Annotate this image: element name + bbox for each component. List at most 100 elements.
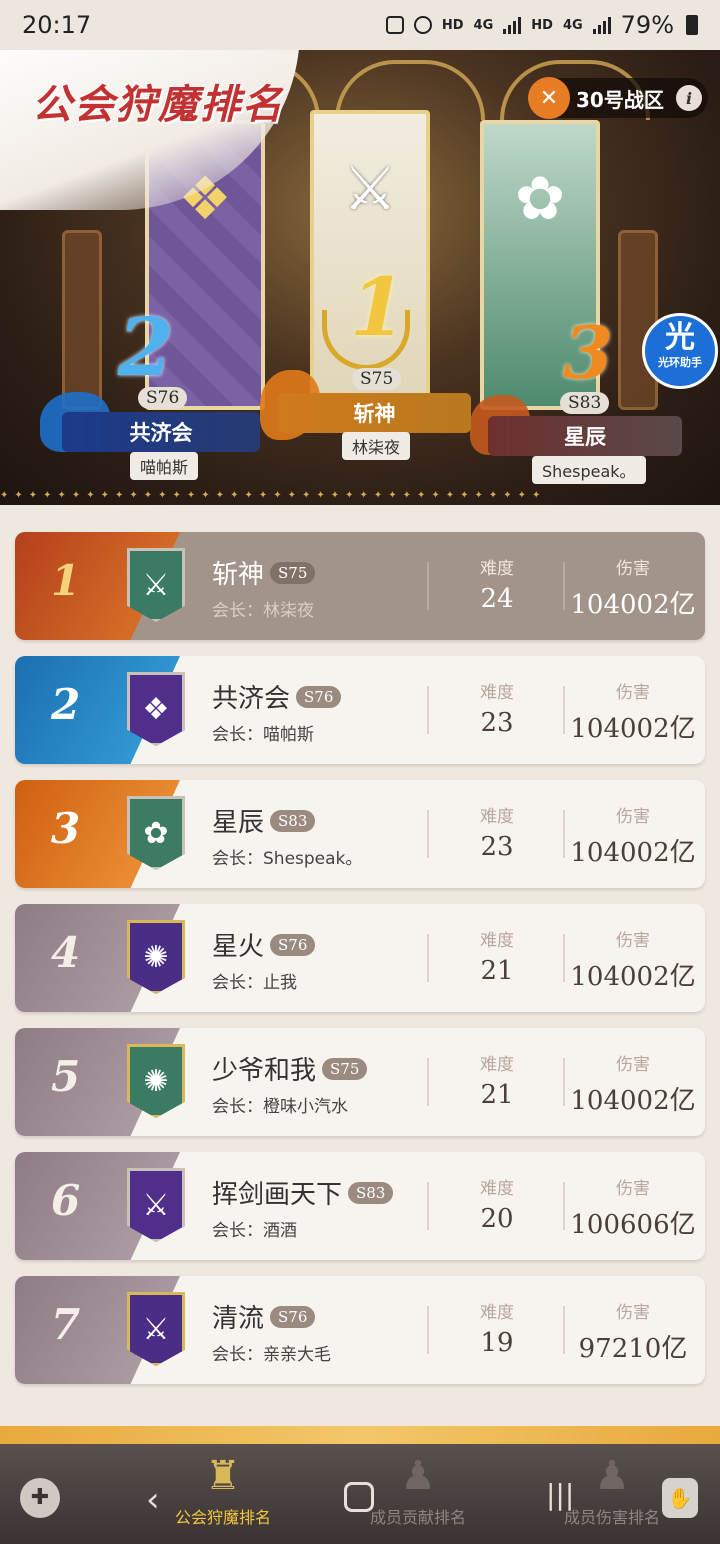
damage-label: 伤害 [616,807,650,827]
difficulty-label: 难度 [480,931,514,951]
system-recents-icon[interactable]: ||| [546,1478,574,1511]
damage-value: 104002亿 [570,838,696,868]
difficulty-label: 难度 [480,683,514,703]
zone-label: 30号战区 [576,87,664,112]
hd-indicator-2: HD [531,17,553,33]
difficulty-label: 难度 [480,1303,514,1323]
rank-number: 5 [51,1052,81,1101]
difficulty-label: 难度 [480,1179,514,1199]
nav-top-band [0,1426,720,1444]
signal-icon-2 [592,16,611,34]
podium-rank-2: 2 [118,300,174,394]
season-badge: S76 [270,1305,316,1328]
guild-name: 星火 S76 [212,926,316,963]
page-title: 公会狩魔排名 [32,81,284,128]
battery-percent: 79% [620,11,674,39]
decor-dot-line: ✦✦✦✦✦✦✦✦✦✦✦✦✦✦✦✦✦✦✦✦✦✦✦✦✦✦✦✦✦✦✦✦✦✦✦✦✦✦ [0,490,547,501]
damage-value: 104002亿 [570,962,696,992]
table-row[interactable]: 3 ✿ 星辰 S83 会长：Shespeak。 难度 23 伤害 104002亿 [15,780,705,888]
podium-rank-3: 3 [563,310,614,395]
damage-value: 104002亿 [570,714,696,744]
season-badge: S76 [296,685,342,708]
guild-name-text: 清流 [212,1304,265,1334]
damage-label: 伤害 [616,1055,650,1075]
rank-number: 1 [51,556,81,605]
battery-icon [686,15,698,35]
season-badge: S83 [270,809,316,832]
info-icon[interactable]: i [676,85,702,111]
table-row[interactable]: 2 ❖ 共济会 S76 会长：喵帕斯 难度 23 伤害 104002亿 [15,656,705,764]
season-badge: S75 [322,1057,368,1080]
floating-tool-icon[interactable]: ✋ [662,1478,698,1518]
guild-leader: 会长：酒酒 [212,1221,297,1241]
throne-icon: ♜ [205,1453,241,1499]
damage-label: 伤害 [616,683,650,703]
zone-selector[interactable]: ✕ 30号战区 i [528,77,708,119]
damage-value: 104002亿 [570,590,696,620]
guild-leader: 会长：止我 [212,973,297,993]
system-home-icon[interactable] [344,1482,374,1512]
guild-name: 共济会 S76 [212,678,342,715]
tab-guild-hunt-ranking[interactable]: ♜ 公会狩魔排名 [143,1448,303,1538]
system-back-icon[interactable]: ‹ [146,1480,160,1520]
guild-leader: 会长：橙味小汽水 [212,1097,348,1117]
damage-label: 伤害 [616,1303,650,1323]
difficulty-label: 难度 [480,559,514,579]
figure-emblem-icon: ✿ [514,164,566,234]
rank-number: 2 [51,680,81,729]
sword-emblem-icon: ⚔ [343,154,397,224]
gamepad-icon[interactable]: ✚ [20,1478,60,1518]
podium-rank-1: 1 [350,260,406,354]
podium-hero: ❖ ⚔ ✿ 1 2 3 S75 S76 S83 斩神 共济会 星辰 林柒夜 喵帕… [0,50,720,505]
guild-name: 星辰 S83 [212,802,316,839]
damage-label: 伤害 [616,931,650,951]
guild-name-text: 共济会 [212,684,291,714]
guild-name: 斩神 S75 [212,554,316,591]
guild-leader: 会长：林柒夜 [212,601,314,621]
rank-number: 6 [51,1176,81,1225]
damage-label: 伤害 [616,559,650,579]
guild-leader: 会长：亲亲大毛 [212,1345,331,1365]
table-row[interactable]: 4 ✺ 星火 S76 会长：止我 难度 21 伤害 104002亿 [15,904,705,1012]
podium-season-1: S75 [352,368,402,390]
guild-name: 清流 S76 [212,1298,316,1335]
rank-number: 4 [51,928,81,977]
guild-ranking-list[interactable]: 1 ⚔ 斩神 S75 会长：林柒夜 难度 24 伤害 104002亿 2 ❖ 共济… [15,532,705,1400]
assistant-label: 光环助手 [658,356,702,369]
damage-value: 104002亿 [570,1086,696,1116]
season-badge: S76 [270,933,316,956]
assistant-floating-button[interactable]: 光 光环助手 [642,313,718,389]
guild-name-text: 星火 [212,932,265,962]
tab-label: 公会狩魔排名 [174,1508,271,1527]
table-row[interactable]: 7 ⚔ 清流 S76 会长：亲亲大毛 难度 19 伤害 97210亿 [15,1276,705,1384]
season-badge: S75 [270,561,316,584]
podium-guild-3: 星辰 [488,416,682,456]
damage-value: 100606亿 [570,1210,696,1240]
guild-name: 挥剑画天下 S83 [212,1174,394,1211]
guild-name-text: 少爷和我 [212,1056,317,1086]
difficulty-label: 难度 [480,807,514,827]
guild-name: 少爷和我 S75 [212,1050,368,1087]
guild-name-text: 挥剑画天下 [212,1180,343,1210]
network-type-indicator-2: 4G [562,17,583,33]
guild-name-text: 星辰 [212,808,265,838]
status-bar: 20:17 HD 4G HD 4G 79% [0,0,720,50]
status-icons: HD 4G HD 4G 79% [385,11,698,39]
season-badge: S83 [348,1181,394,1204]
difficulty-label: 难度 [480,1055,514,1075]
podium-season-3: S83 [560,392,610,414]
guild-leader: 会长：喵帕斯 [212,725,314,745]
table-row[interactable]: 1 ⚔ 斩神 S75 会长：林柒夜 难度 24 伤害 104002亿 [15,532,705,640]
app-notification-icon [385,16,404,34]
podium-leader-1: 林柒夜 [342,432,411,460]
signal-icon [503,16,522,34]
rank-number: 7 [51,1300,81,1349]
table-row[interactable]: 5 ✺ 少爷和我 S75 会长：橙味小汽水 难度 21 伤害 104002亿 [15,1028,705,1136]
status-time: 20:17 [22,11,92,39]
table-row[interactable]: 6 ⚔ 挥剑画天下 S83 会长：酒酒 难度 20 伤害 100606亿 [15,1152,705,1260]
podium-leader-3: Shespeak。 [532,456,646,484]
podium-guild-2: 共济会 [62,412,260,452]
alarm-icon [413,16,432,34]
guild-leader: 会长：Shespeak。 [212,849,363,869]
podium-leader-2: 喵帕斯 [130,452,199,480]
